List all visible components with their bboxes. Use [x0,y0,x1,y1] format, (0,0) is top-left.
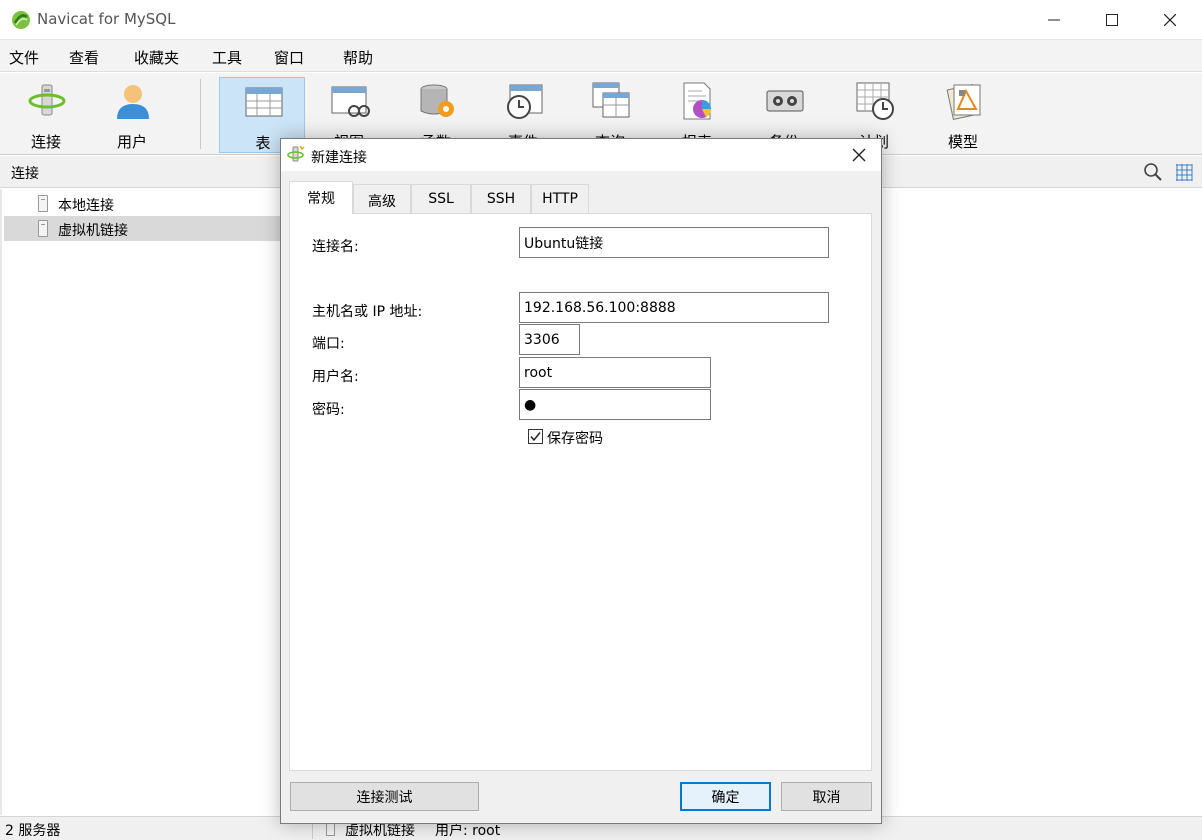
port-label: 端口: [312,336,345,352]
toolbar-model-button[interactable]: 模型 [920,77,1006,153]
window-title: Navicat for MySQL [37,10,176,28]
username-input[interactable] [519,357,711,388]
minimize-button[interactable] [1025,0,1083,40]
connection-tree: 本地连接 虚拟机链接 [2,189,292,815]
checkmark-icon [530,432,541,442]
general-tab-panel: 连接名: 主机名或 IP 地址: 端口: 用户名: 密码: 保存密码 [289,213,872,771]
password-input[interactable] [519,389,711,420]
save-password-label[interactable]: 保存密码 [547,428,603,448]
new-connection-dialog: 新建连接 常规 高级 SSL SSH HTTP 连接名: 主机名或 IP 地址:… [280,138,882,824]
tab-general[interactable]: 常规 [289,181,353,214]
menu-tools[interactable]: 工具 [212,47,242,68]
tree-item-vm-connection[interactable]: 虚拟机链接 [4,216,284,241]
test-connection-button[interactable]: 连接测试 [290,782,479,811]
server-icon [38,195,48,212]
close-icon [1164,14,1176,26]
new-connection-icon [287,145,305,162]
cancel-button[interactable]: 取消 [781,782,872,811]
dialog-title: 新建连接 [311,150,367,166]
minimize-icon [1048,19,1060,21]
dialog-title-bar: 新建连接 [281,139,881,171]
ok-button[interactable]: 确定 [680,782,771,811]
toolbar-connection-button[interactable]: 连接 [3,77,89,153]
schedule-icon [856,82,894,120]
menu-bar: 文件 查看 收藏夹 工具 窗口 帮助 [0,40,1202,72]
toolbar-separator [200,79,201,149]
title-bar: Navicat for MySQL [0,0,1202,40]
event-icon [507,84,543,119]
connection-name-input[interactable] [519,227,829,258]
report-icon [683,82,711,120]
maximize-icon [1106,14,1118,26]
function-icon [420,84,454,117]
menu-view[interactable]: 查看 [69,47,99,68]
status-server-count: 2 服务器 [5,823,61,839]
connection-pane-title: 连接 [11,166,39,182]
toolbar-user-button[interactable]: 用户 [89,77,175,153]
save-password-checkbox[interactable] [528,429,543,444]
server-icon [38,220,48,237]
backup-icon [766,90,804,112]
tab-advanced[interactable]: 高级 [353,184,411,213]
host-input[interactable] [519,292,829,323]
menu-window[interactable]: 窗口 [274,47,304,68]
maximize-button[interactable] [1083,0,1141,40]
tab-ssh[interactable]: SSH [471,184,531,213]
host-label: 主机名或 IP 地址: [312,304,423,320]
username-label: 用户名: [312,369,359,385]
tab-ssl[interactable]: SSL [411,184,471,213]
menu-favorites[interactable]: 收藏夹 [134,47,179,68]
user-icon [117,85,149,119]
grid-view-icon[interactable] [1174,162,1194,182]
password-label: 密码: [312,402,345,418]
tab-http[interactable]: HTTP [531,184,589,213]
dialog-close-button[interactable] [847,143,871,167]
close-icon [852,148,866,162]
query-icon [592,82,630,118]
menu-file[interactable]: 文件 [9,47,39,68]
port-input[interactable] [519,324,580,355]
connection-name-label: 连接名: [312,239,359,255]
navicat-logo-icon [12,11,30,29]
model-icon [946,84,981,120]
close-window-button[interactable] [1141,0,1199,40]
table-icon [245,87,283,117]
menu-help[interactable]: 帮助 [343,47,373,68]
connection-icon [28,84,66,116]
view-icon [331,86,370,117]
tree-item-local-connection[interactable]: 本地连接 [4,191,284,216]
search-icon[interactable] [1143,162,1163,182]
